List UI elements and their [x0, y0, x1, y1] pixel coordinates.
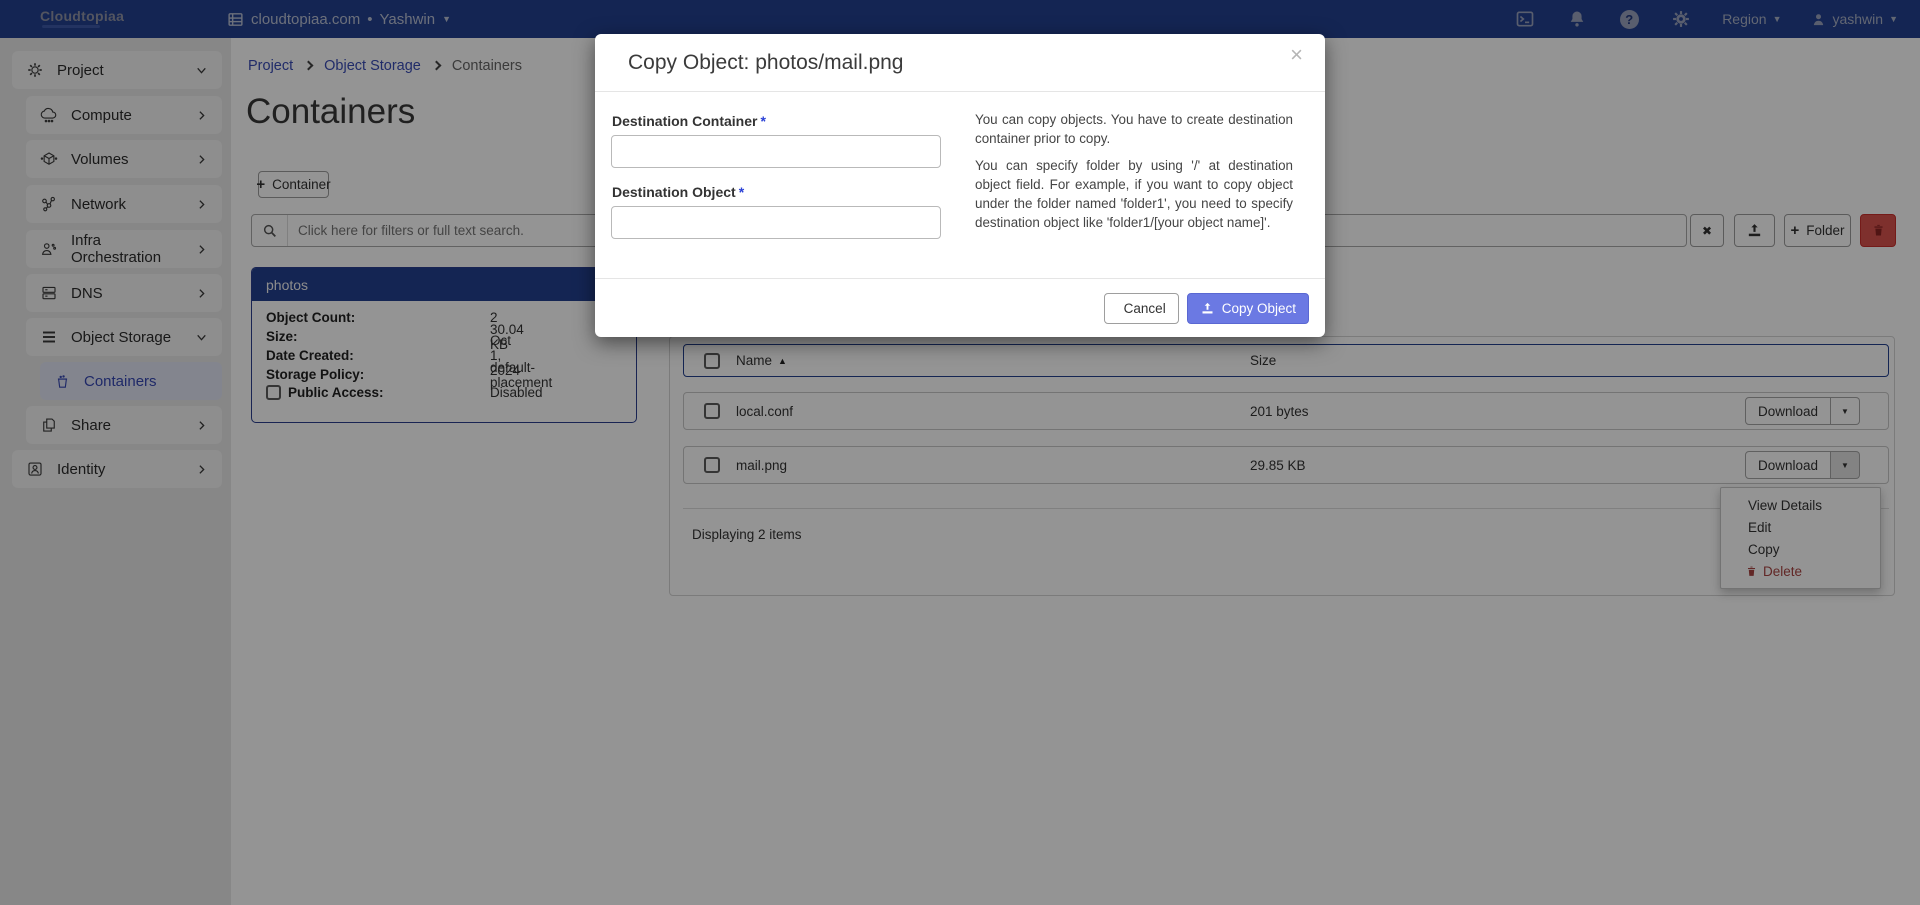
close-icon[interactable]: ×: [1290, 42, 1303, 68]
cancel-button[interactable]: Cancel: [1104, 293, 1179, 324]
destination-container-input[interactable]: [611, 135, 941, 168]
required-asterisk: *: [760, 113, 765, 129]
destination-object-label: Destination Object*: [612, 184, 744, 200]
modal-help-text-2: You can specify folder by using '/' at d…: [975, 156, 1293, 232]
modal-help-text-1: You can copy objects. You have to create…: [975, 110, 1293, 148]
upload-icon: [1200, 301, 1215, 316]
modal-title: Copy Object: photos/mail.png: [628, 51, 903, 75]
copy-object-modal: Copy Object: photos/mail.png × Destinati…: [595, 34, 1325, 337]
destination-container-label: Destination Container*: [612, 113, 766, 129]
required-asterisk: *: [739, 184, 744, 200]
copy-object-button[interactable]: Copy Object: [1187, 293, 1309, 324]
destination-object-input[interactable]: [611, 206, 941, 239]
